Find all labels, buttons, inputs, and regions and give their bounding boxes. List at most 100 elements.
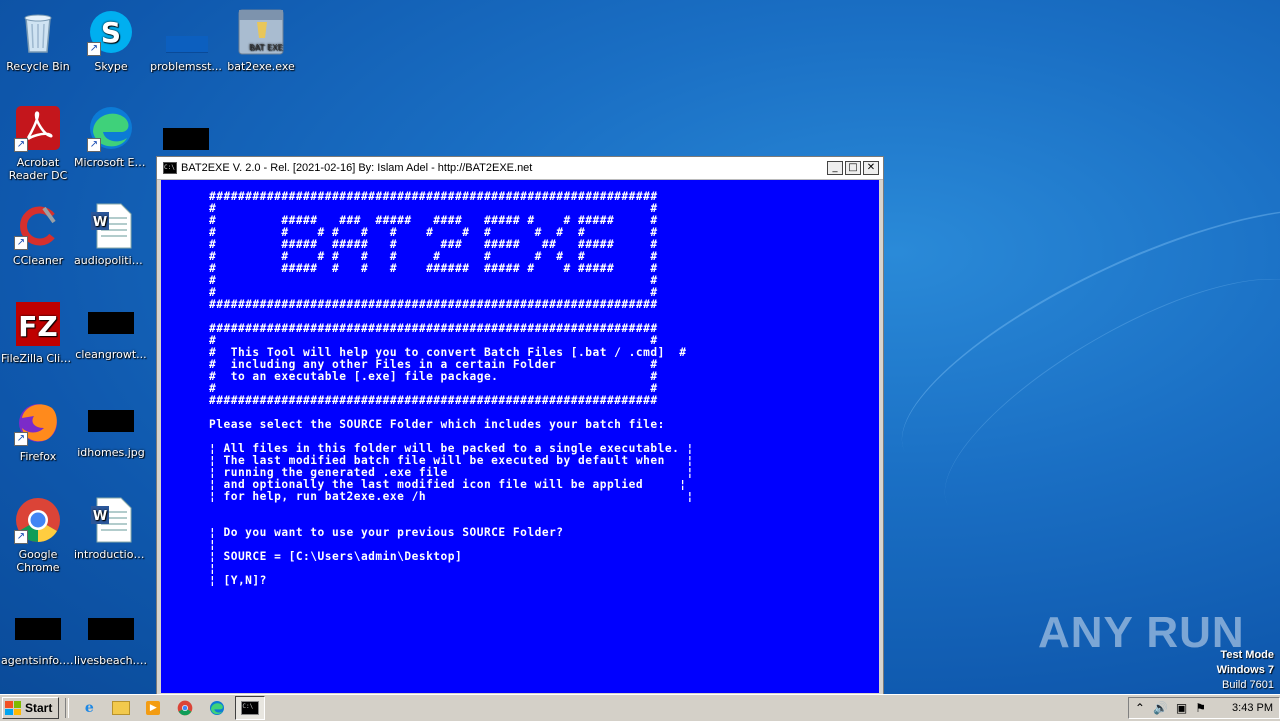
shortcut-arrow-icon: ↗ [87, 42, 101, 56]
image-thumbnail [15, 618, 61, 640]
desktop-icon-bat2exe[interactable]: BAT EXE bat2exe.exe [223, 8, 299, 73]
start-label: Start [25, 701, 53, 715]
desktop-icon-label: Google Chrome [16, 548, 60, 574]
skype-icon: S ↗ [87, 8, 135, 56]
desktop-icon-label: idhomes.jpg [77, 446, 145, 459]
action-center-flag-icon[interactable]: ⚑ [1195, 701, 1206, 715]
desktop-icon-label: CCleaner [12, 254, 64, 267]
desktop-icon-label: audiopolitic... [74, 254, 149, 267]
desktop-icon-label: Acrobat Reader DC [8, 156, 68, 182]
desktop-icon-label: bat2exe.exe [227, 60, 295, 73]
shortcut-arrow-icon: ↗ [14, 236, 28, 250]
console-app-icon: C:\ [241, 701, 260, 715]
desktop-icon-cleangrowt[interactable]: cleangrowt... [73, 300, 149, 361]
desktop-icon-skype[interactable]: S ↗ Skype [73, 8, 149, 73]
desktop-icon-hidden-image[interactable] [148, 104, 224, 164]
shortcut-arrow-icon: ↗ [14, 138, 28, 152]
maximize-button[interactable]: □ [845, 161, 861, 175]
build-label: Build 7601 [1222, 679, 1274, 691]
volume-icon[interactable]: 🔊 [1153, 701, 1168, 715]
desktop-icon-label: Firefox [19, 450, 57, 463]
desktop-icon-label: agentsinfo.jpg [1, 654, 76, 667]
desktop-icon-firefox[interactable]: ↗ Firefox [0, 398, 76, 463]
minimize-button[interactable]: _ [827, 161, 843, 175]
wallpaper-streak [912, 234, 1280, 567]
network-icon[interactable]: ▣ [1176, 701, 1187, 715]
desktop-icon-livesbeach[interactable]: livesbeach.jpg [73, 606, 149, 667]
image-thumbnail [88, 410, 134, 432]
os-label: Windows 7 [1216, 664, 1274, 676]
console-output[interactable]: ########################################… [161, 180, 879, 693]
windows-logo-icon [5, 701, 21, 715]
close-button[interactable]: ✕ [863, 161, 879, 175]
word-document-icon: W [87, 202, 135, 250]
desktop-icon-recycle-bin[interactable]: Recycle Bin [0, 8, 76, 73]
taskbar-console[interactable]: C:\ [235, 696, 266, 720]
taskbar: Start e ▶ C:\ ⌃ 🔊 ▣ ⚑ 3:43 PM [0, 694, 1280, 721]
svg-text:BAT: BAT [249, 43, 264, 52]
firefox-icon: ↗ [14, 398, 62, 446]
test-mode-notice: Test Mode Windows 7 Build 7601 [1217, 648, 1274, 693]
desktop-icon-introduction[interactable]: W introduction... [73, 496, 149, 561]
show-hidden-icons-icon[interactable]: ⌃ [1135, 701, 1145, 715]
taskbar-edge[interactable] [203, 697, 231, 719]
desktop-icon-label: livesbeach.jpg [74, 654, 149, 667]
desktop-icon-label: problemsst... [150, 60, 222, 73]
taskbar-explorer[interactable] [107, 697, 135, 719]
ccleaner-icon: ↗ [14, 202, 62, 250]
svg-text:S: S [101, 16, 121, 49]
desktop-icon-audiopolitic[interactable]: W audiopolitic... [73, 202, 149, 267]
filezilla-icon: FZ [14, 300, 62, 348]
desktop-icon-problemsst[interactable]: problemsst... [148, 8, 224, 73]
desktop-icon-label: FileZilla Client [1, 352, 76, 365]
shortcut-arrow-icon: ↗ [14, 432, 28, 446]
desktop-icon-chrome[interactable]: ↗ Google Chrome [0, 496, 76, 574]
taskbar-chrome[interactable] [171, 697, 199, 719]
folder-icon [112, 701, 131, 715]
desktop-icon-label: cleangrowt... [75, 348, 147, 361]
edge-icon [210, 701, 225, 715]
console-app-icon: C:\ [163, 162, 177, 174]
taskbar-media-player[interactable]: ▶ [139, 697, 167, 719]
image-thumbnail [88, 618, 134, 640]
image-thumbnail [163, 128, 209, 150]
internet-explorer-icon: e [84, 700, 94, 716]
taskbar-ie[interactable]: e [75, 697, 103, 719]
bat2exe-app-icon: BAT EXE [237, 8, 285, 56]
desktop-icon-idhomes[interactable]: idhomes.jpg [73, 398, 149, 459]
desktop-icon-agentsinfo[interactable]: agentsinfo.jpg [0, 606, 76, 667]
anyrun-watermark: ANY RUN [1038, 608, 1245, 657]
taskbar-separator [65, 698, 70, 718]
system-tray: ⌃ 🔊 ▣ ⚑ 3:43 PM [1127, 697, 1280, 719]
media-player-icon: ▶ [146, 701, 161, 715]
desktop-icon-label: Recycle Bin [6, 60, 70, 73]
desktop-icon-label: Skype [94, 60, 128, 73]
start-button[interactable]: Start [2, 697, 60, 719]
window-title: BAT2EXE V. 2.0 - Rel. [2021-02-16] By: I… [181, 162, 533, 174]
word-document-icon: W [87, 496, 135, 544]
desktop-icon-label: introduction... [74, 548, 149, 561]
image-thumbnail [88, 312, 134, 334]
clock[interactable]: 3:43 PM [1232, 702, 1273, 714]
wallpaper-streak [870, 157, 1280, 525]
chrome-icon: ↗ [14, 496, 62, 544]
blank-file-icon [162, 8, 210, 56]
console-text: ########################################… [209, 190, 694, 587]
edge-icon: ↗ [87, 104, 135, 152]
svg-text:W: W [93, 215, 107, 230]
test-mode-label: Test Mode [1220, 649, 1274, 661]
shortcut-arrow-icon: ↗ [87, 138, 101, 152]
desktop-icon-ccleaner[interactable]: ↗ CCleaner [0, 202, 76, 267]
chrome-icon [178, 700, 193, 716]
recycle-bin-icon [14, 8, 62, 56]
desktop-icon-filezilla[interactable]: FZ FileZilla Client [0, 300, 76, 365]
svg-text:FZ: FZ [18, 310, 57, 343]
window-titlebar[interactable]: C:\ BAT2EXE V. 2.0 - Rel. [2021-02-16] B… [157, 157, 883, 180]
console-window[interactable]: C:\ BAT2EXE V. 2.0 - Rel. [2021-02-16] B… [156, 156, 884, 696]
svg-text:EXE: EXE [267, 43, 283, 52]
svg-text:W: W [93, 509, 107, 524]
acrobat-icon: ↗ [14, 104, 62, 152]
desktop-icon-edge[interactable]: ↗ Microsoft Edge [73, 104, 149, 169]
desktop-icon-acrobat[interactable]: ↗ Acrobat Reader DC [0, 104, 76, 182]
desktop-icon-label: Microsoft Edge [74, 156, 149, 169]
